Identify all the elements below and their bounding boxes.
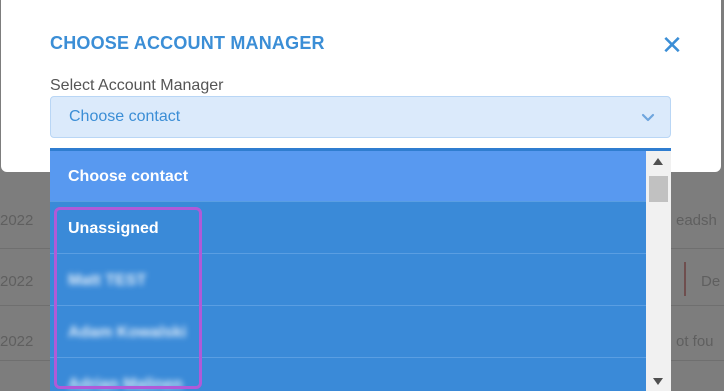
bg-date-text: 2022	[0, 273, 34, 290]
account-manager-select[interactable]: Choose contact	[50, 96, 671, 138]
bg-date-text: 2022	[0, 212, 34, 229]
dropdown-scrollbar[interactable]	[646, 151, 671, 391]
option-label: Unassigned	[68, 220, 159, 237]
bg-cell-text: ot fou	[676, 333, 714, 350]
option-label: Adrian Malinen	[68, 376, 183, 391]
select-account-manager-label: Select Account Manager	[50, 77, 224, 94]
bg-cell-text: De	[701, 273, 721, 290]
scrollbar-thumb[interactable]	[649, 176, 668, 202]
option-label: Adam Kowalski	[68, 324, 187, 341]
modal-title: CHOOSE ACCOUNT MANAGER	[50, 33, 325, 53]
option-label: Choose contact	[68, 168, 189, 185]
chevron-down-icon	[641, 113, 655, 122]
dropdown-option-contact[interactable]: Adrian Malinen	[50, 359, 646, 391]
choose-account-manager-modal: CHOOSE ACCOUNT MANAGER ✕ Select Account …	[1, 0, 721, 172]
bg-status-divider	[684, 262, 686, 296]
close-icon[interactable]: ✕	[660, 32, 684, 58]
bg-cell-text: eadsh	[676, 212, 717, 229]
dropdown-option-unassigned[interactable]: Unassigned	[50, 203, 646, 254]
dropdown-option-contact[interactable]: Adam Kowalski	[50, 307, 646, 358]
dropdown-option-choose-contact[interactable]: Choose contact	[50, 151, 646, 202]
scroll-down-arrow-icon[interactable]	[652, 376, 664, 386]
dropdown-option-contact[interactable]: Matt TEST	[50, 255, 646, 306]
bg-date-text: 2022	[0, 333, 34, 350]
scroll-up-arrow-icon[interactable]	[652, 157, 664, 167]
option-label: Matt TEST	[68, 272, 147, 289]
select-current-value: Choose contact	[69, 108, 181, 125]
account-manager-dropdown-list: Choose contact Unassigned Matt TEST Adam…	[50, 148, 671, 391]
